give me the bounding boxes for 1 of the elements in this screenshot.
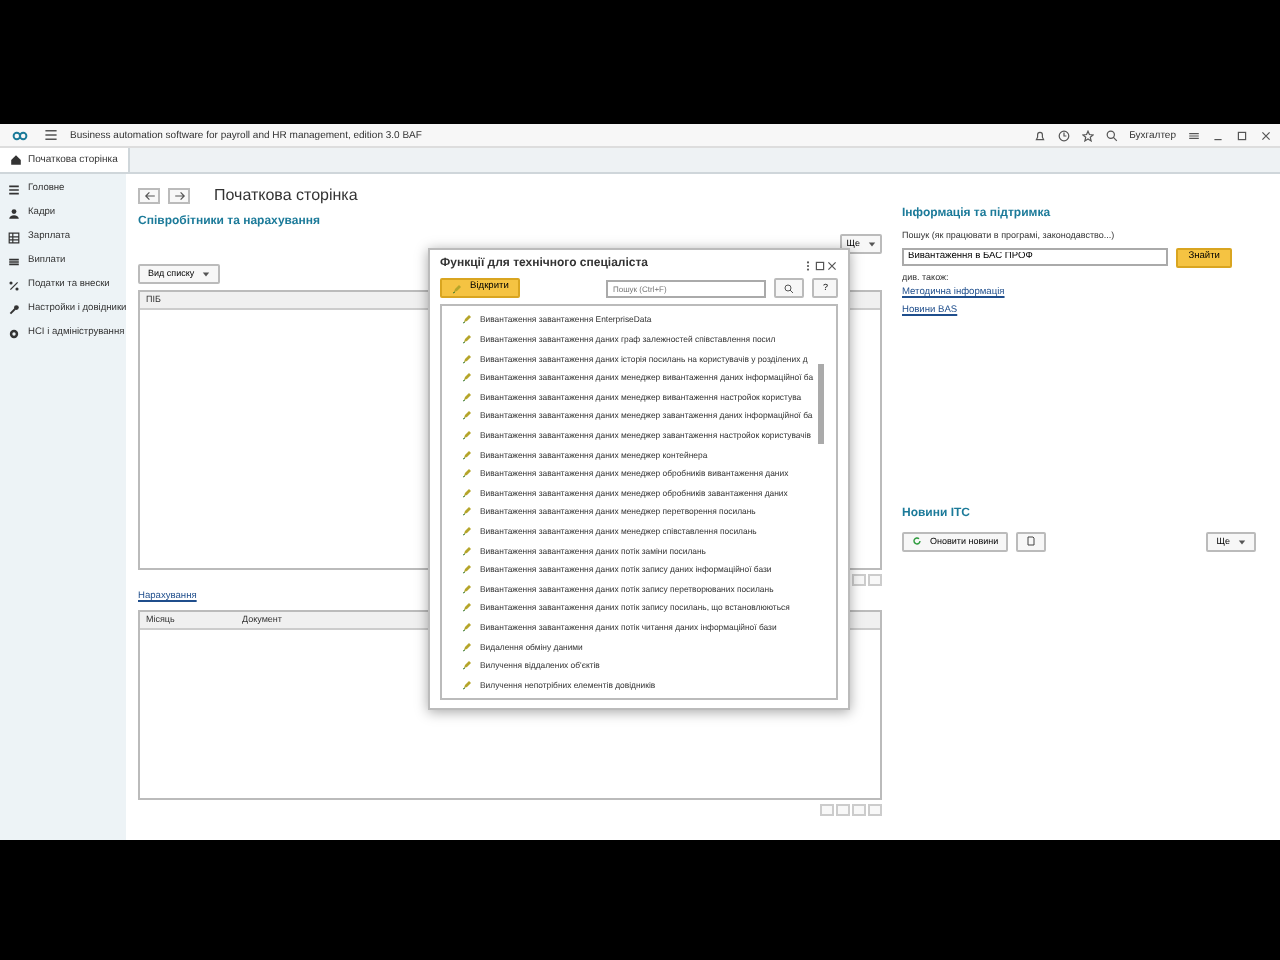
- page-title: Початкова сторінка: [214, 186, 358, 206]
